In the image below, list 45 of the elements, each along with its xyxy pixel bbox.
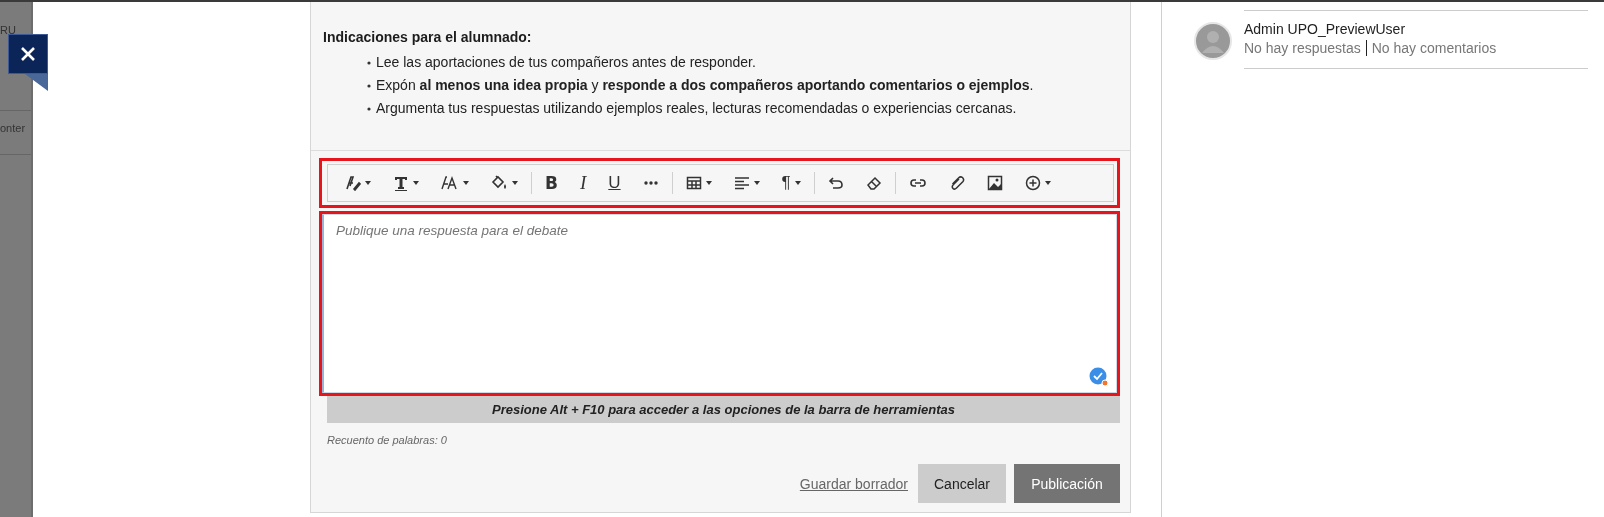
text-style-icon <box>393 175 409 191</box>
bullet-icon <box>367 106 371 111</box>
comment-count: No hay comentarios <box>1371 40 1497 56</box>
undo-icon <box>827 175 844 191</box>
reply-field[interactable]: Publique una respuesta para el debate <box>322 214 1117 393</box>
toolbar-button[interactable]: U <box>597 168 632 198</box>
background-label: onter <box>0 122 26 134</box>
caret-icon <box>1044 181 1051 185</box>
instructions-heading: Indicaciones para el alumnado: <box>323 29 533 45</box>
participant-name: Admin UPO_PreviewUser <box>1244 21 1407 37</box>
add-circle-icon <box>1024 175 1041 191</box>
align-left-icon <box>733 175 750 191</box>
avatar-icon <box>1194 22 1232 60</box>
word-count: Recuento de palabras: 0 <box>327 434 448 446</box>
ribbon-tail <box>25 74 48 91</box>
caret-icon <box>794 181 801 185</box>
eraser-icon <box>865 175 882 191</box>
instruction-item: Lee las aportaciones de tus compañeros antes de responder. <box>376 53 756 72</box>
caret-icon <box>705 181 712 185</box>
toolbar-button[interactable]: ¶ <box>770 168 812 198</box>
keyboard-hint: Presione Alt + F10 para acceder a las opciones de la barra de herramientas <box>327 396 1120 423</box>
toolbar-button[interactable]: I <box>568 168 598 198</box>
instruction-item: Expón al menos una idea propia y responde a dos compañeros aportando comentarios o ejemplos. <box>376 76 1034 95</box>
paint-bucket-icon <box>491 175 508 191</box>
caret-icon <box>512 181 518 185</box>
background-text: RU <box>0 24 16 36</box>
image-icon <box>986 175 1003 191</box>
publish-button[interactable]: Publicación <box>1014 464 1120 503</box>
caret-icon <box>463 181 469 185</box>
table-icon <box>685 175 702 191</box>
spellcheck-icon <box>1089 367 1109 387</box>
toolbar-button[interactable]: B <box>534 168 569 198</box>
save-draft-link[interactable]: Guardar borrador <box>799 475 908 492</box>
close-icon <box>20 46 36 62</box>
bullet-icon <box>367 83 371 88</box>
bullet-icon <box>367 60 371 65</box>
reply-count: No hay respuestas <box>1244 40 1361 56</box>
instruction-item: Argumenta tus respuestas utilizando ejemplos reales, lecturas recomendadas o experiencias cercanas. <box>376 99 1017 118</box>
pen-icon <box>345 175 361 191</box>
font-size-icon <box>441 175 459 191</box>
caret-icon <box>365 181 371 185</box>
caret-icon <box>413 181 419 185</box>
caret-icon <box>753 181 760 185</box>
cancel-button[interactable]: Cancelar <box>918 464 1006 503</box>
close-button[interactable] <box>8 34 48 74</box>
